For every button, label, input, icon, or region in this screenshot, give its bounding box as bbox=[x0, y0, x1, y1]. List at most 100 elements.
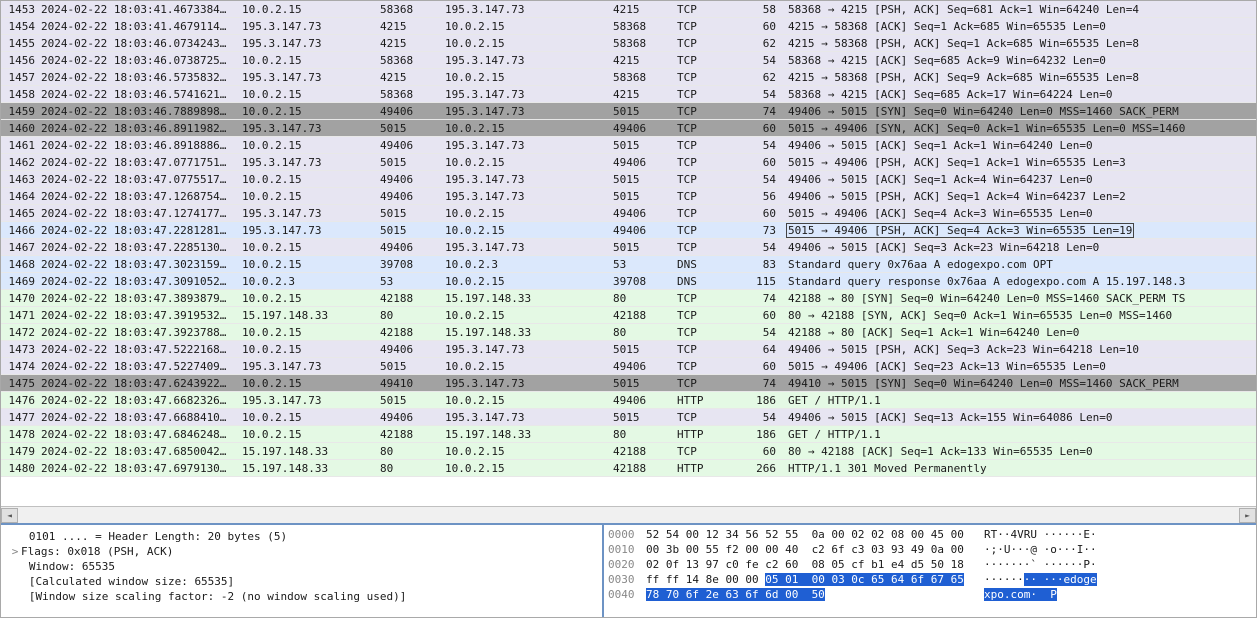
packet-row[interactable]: 14792024-02-22 18:03:47.6850042…15.197.1… bbox=[1, 443, 1256, 460]
col-time: 2024-02-22 18:03:47.6682326… bbox=[41, 392, 242, 408]
packet-list-pane[interactable]: 14532024-02-22 18:03:41.4673384…10.0.2.1… bbox=[1, 1, 1256, 506]
col-info: 49406 → 5015 [PSH, ACK] Seq=1 Ack=4 Win=… bbox=[786, 188, 1256, 204]
packet-row[interactable]: 14782024-02-22 18:03:47.6846248…10.0.2.1… bbox=[1, 426, 1256, 443]
packet-row[interactable]: 14582024-02-22 18:03:46.5741621…10.0.2.1… bbox=[1, 86, 1256, 103]
col-number: 1455 bbox=[1, 35, 41, 51]
col-number: 1472 bbox=[1, 324, 41, 340]
packet-details-pane[interactable]: 0101 .... = Header Length: 20 bytes (5) … bbox=[1, 525, 604, 617]
col-src-port: 5015 bbox=[380, 358, 445, 374]
detail-line[interactable]: Window: 65535 bbox=[9, 559, 594, 574]
col-protocol: TCP bbox=[677, 1, 739, 17]
packet-row[interactable]: 14592024-02-22 18:03:46.7889898…10.0.2.1… bbox=[1, 103, 1256, 120]
col-destination: 10.0.2.3 bbox=[445, 256, 613, 272]
col-info: 49406 → 5015 [ACK] Seq=1 Ack=1 Win=64240… bbox=[786, 137, 1256, 153]
col-time: 2024-02-22 18:03:47.6846248… bbox=[41, 426, 242, 442]
packet-row[interactable]: 14702024-02-22 18:03:47.3893879…10.0.2.1… bbox=[1, 290, 1256, 307]
detail-line[interactable]: [Calculated window size: 65535] bbox=[9, 574, 594, 589]
col-length: 56 bbox=[739, 188, 786, 204]
col-length: 54 bbox=[739, 86, 786, 102]
col-src-port: 42188 bbox=[380, 426, 445, 442]
scroll-left-arrow-icon[interactable]: ◄ bbox=[1, 508, 18, 523]
packet-row[interactable]: 14712024-02-22 18:03:47.3919532…15.197.1… bbox=[1, 307, 1256, 324]
packet-row[interactable]: 14722024-02-22 18:03:47.3923788…10.0.2.1… bbox=[1, 324, 1256, 341]
col-src-port: 4215 bbox=[380, 69, 445, 85]
col-protocol: TCP bbox=[677, 205, 739, 221]
hex-offset: 0030 bbox=[608, 572, 646, 587]
detail-line-expandable[interactable]: >Flags: 0x018 (PSH, ACK) bbox=[9, 544, 594, 559]
col-length: 73 bbox=[739, 222, 786, 238]
hex-bytes: 52 54 00 12 34 56 52 55 0a 00 02 02 08 0… bbox=[646, 527, 984, 542]
scroll-right-arrow-icon[interactable]: ► bbox=[1239, 508, 1256, 523]
packet-row[interactable]: 14732024-02-22 18:03:47.5222168…10.0.2.1… bbox=[1, 341, 1256, 358]
packet-row[interactable]: 14762024-02-22 18:03:47.6682326…195.3.14… bbox=[1, 392, 1256, 409]
col-info: 5015 → 49406 [ACK] Seq=23 Ack=13 Win=655… bbox=[786, 358, 1256, 374]
col-source: 15.197.148.33 bbox=[242, 460, 380, 476]
packet-row[interactable]: 14652024-02-22 18:03:47.1274177…195.3.14… bbox=[1, 205, 1256, 222]
packet-row[interactable]: 14542024-02-22 18:03:41.4679114…195.3.14… bbox=[1, 18, 1256, 35]
col-number: 1464 bbox=[1, 188, 41, 204]
col-protocol: TCP bbox=[677, 222, 739, 238]
packet-row[interactable]: 14552024-02-22 18:03:46.0734243…195.3.14… bbox=[1, 35, 1256, 52]
detail-line[interactable]: [Window size scaling factor: -2 (no wind… bbox=[9, 589, 594, 604]
col-source: 195.3.147.73 bbox=[242, 358, 380, 374]
col-length: 60 bbox=[739, 154, 786, 170]
packet-row[interactable]: 14662024-02-22 18:03:47.2281281…195.3.14… bbox=[1, 222, 1256, 239]
col-time: 2024-02-22 18:03:47.2281281… bbox=[41, 222, 242, 238]
packet-row[interactable]: 14612024-02-22 18:03:46.8918886…10.0.2.1… bbox=[1, 137, 1256, 154]
col-source: 195.3.147.73 bbox=[242, 205, 380, 221]
packet-row[interactable]: 14562024-02-22 18:03:46.0738725…10.0.2.1… bbox=[1, 52, 1256, 69]
packet-row[interactable]: 14742024-02-22 18:03:47.5227409…195.3.14… bbox=[1, 358, 1256, 375]
col-src-port: 5015 bbox=[380, 120, 445, 136]
col-source: 195.3.147.73 bbox=[242, 222, 380, 238]
packet-row[interactable]: 14772024-02-22 18:03:47.6688410…10.0.2.1… bbox=[1, 409, 1256, 426]
hex-ascii: RT··4VRU ······E· bbox=[984, 527, 1252, 542]
packet-row[interactable]: 14632024-02-22 18:03:47.0775517…10.0.2.1… bbox=[1, 171, 1256, 188]
col-time: 2024-02-22 18:03:47.6850042… bbox=[41, 443, 242, 459]
packet-row[interactable]: 14602024-02-22 18:03:46.8911982…195.3.14… bbox=[1, 120, 1256, 137]
packet-row[interactable]: 14622024-02-22 18:03:47.0771751…195.3.14… bbox=[1, 154, 1256, 171]
col-src-port: 49410 bbox=[380, 375, 445, 391]
horizontal-scrollbar[interactable]: ◄ ► bbox=[1, 506, 1256, 523]
hex-row[interactable]: 000052 54 00 12 34 56 52 55 0a 00 02 02 … bbox=[608, 527, 1252, 542]
col-dst-port: 49406 bbox=[613, 392, 677, 408]
col-info: 49406 → 5015 [ACK] Seq=13 Ack=155 Win=64… bbox=[786, 409, 1256, 425]
col-source: 10.0.2.15 bbox=[242, 171, 380, 187]
col-length: 60 bbox=[739, 443, 786, 459]
col-dst-port: 49406 bbox=[613, 358, 677, 374]
packet-row[interactable]: 14642024-02-22 18:03:47.1268754…10.0.2.1… bbox=[1, 188, 1256, 205]
col-dst-port: 5015 bbox=[613, 171, 677, 187]
packet-row[interactable]: 14572024-02-22 18:03:46.5735832…195.3.14… bbox=[1, 69, 1256, 86]
packet-row[interactable]: 14752024-02-22 18:03:47.6243922…10.0.2.1… bbox=[1, 375, 1256, 392]
expand-icon[interactable]: > bbox=[9, 544, 21, 559]
hex-row[interactable]: 002002 0f 13 97 c0 fe c2 60 08 05 cf b1 … bbox=[608, 557, 1252, 572]
col-info: Standard query 0x76aa A edogexpo.com OPT bbox=[786, 256, 1256, 272]
packet-row[interactable]: 14532024-02-22 18:03:41.4673384…10.0.2.1… bbox=[1, 1, 1256, 18]
hex-ascii: ········ ···edoge bbox=[984, 572, 1252, 587]
detail-line[interactable]: 0101 .... = Header Length: 20 bytes (5) bbox=[9, 529, 594, 544]
col-number: 1480 bbox=[1, 460, 41, 476]
hex-row[interactable]: 001000 3b 00 55 f2 00 00 40 c2 6f c3 03 … bbox=[608, 542, 1252, 557]
col-dst-port: 5015 bbox=[613, 375, 677, 391]
col-info: 4215 → 58368 [PSH, ACK] Seq=9 Ack=685 Wi… bbox=[786, 69, 1256, 85]
hex-row[interactable]: 004078 70 6f 2e 63 6f 6d 00 50xpo.com· P bbox=[608, 587, 1252, 602]
packet-bytes-pane[interactable]: 000052 54 00 12 34 56 52 55 0a 00 02 02 … bbox=[604, 525, 1256, 617]
col-time: 2024-02-22 18:03:47.6688410… bbox=[41, 409, 242, 425]
packet-row[interactable]: 14692024-02-22 18:03:47.3091052…10.0.2.3… bbox=[1, 273, 1256, 290]
packet-row[interactable]: 14672024-02-22 18:03:47.2285130…10.0.2.1… bbox=[1, 239, 1256, 256]
col-number: 1471 bbox=[1, 307, 41, 323]
col-source: 10.0.2.15 bbox=[242, 290, 380, 306]
col-protocol: TCP bbox=[677, 188, 739, 204]
col-dst-port: 49406 bbox=[613, 222, 677, 238]
hex-row[interactable]: 0030ff ff 14 8e 00 00 05 01 00 03 0c 65 … bbox=[608, 572, 1252, 587]
col-destination: 15.197.148.33 bbox=[445, 426, 613, 442]
col-time: 2024-02-22 18:03:47.3893879… bbox=[41, 290, 242, 306]
col-source: 10.0.2.15 bbox=[242, 103, 380, 119]
col-dst-port: 5015 bbox=[613, 103, 677, 119]
col-dst-port: 80 bbox=[613, 324, 677, 340]
col-info: 4215 → 58368 [PSH, ACK] Seq=1 Ack=685 Wi… bbox=[786, 35, 1256, 51]
packet-row[interactable]: 14682024-02-22 18:03:47.3023159…10.0.2.1… bbox=[1, 256, 1256, 273]
col-destination: 15.197.148.33 bbox=[445, 290, 613, 306]
col-src-port: 49406 bbox=[380, 171, 445, 187]
col-source: 10.0.2.15 bbox=[242, 341, 380, 357]
packet-row[interactable]: 14802024-02-22 18:03:47.6979130…15.197.1… bbox=[1, 460, 1256, 477]
